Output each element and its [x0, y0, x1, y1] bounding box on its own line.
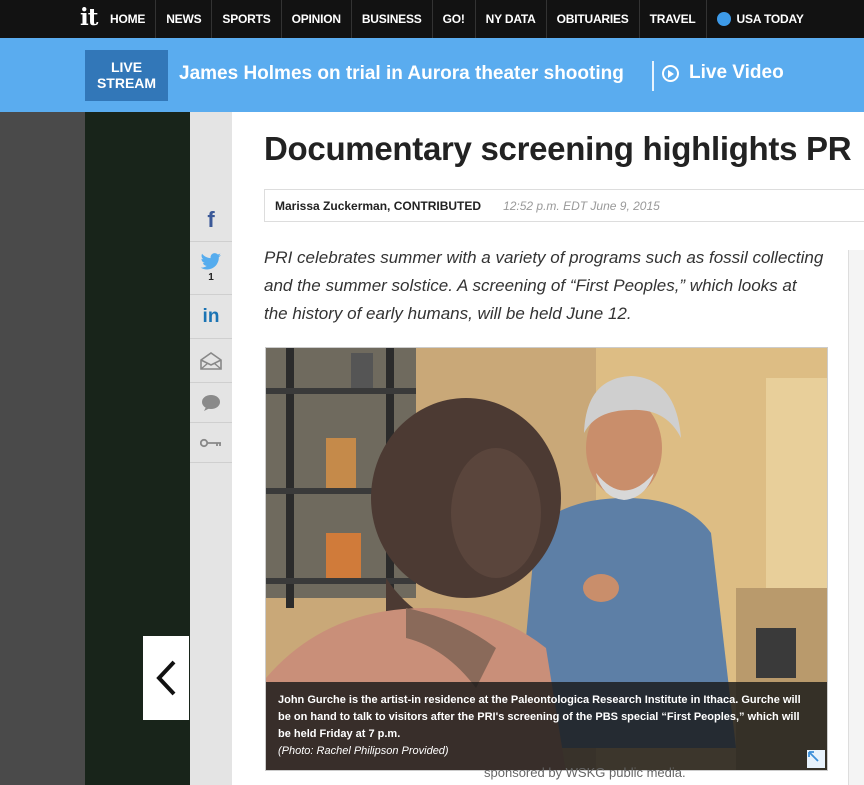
nav-item-sports[interactable]: SPORTS: [212, 0, 282, 38]
email-icon: [200, 351, 222, 370]
twitter-share-count: 1: [208, 272, 214, 283]
expand-icon: [808, 751, 819, 762]
previous-article-button[interactable]: [143, 636, 189, 720]
expand-photo-button[interactable]: [807, 750, 825, 768]
nav-item-business[interactable]: BUSINESS: [352, 0, 433, 38]
top-nav: it HOME NEWS SPORTS OPINION BUSINESS GO!…: [0, 0, 864, 38]
usa-today-dot-icon: [716, 12, 731, 26]
comment-icon: [202, 394, 220, 411]
nav-item-opinion[interactable]: OPINION: [282, 0, 352, 38]
chevron-left-icon: [156, 660, 176, 696]
left-backdrop: [0, 112, 85, 785]
byline: Marissa Zuckerman, CONTRIBUTED 12:52 p.m…: [264, 189, 864, 222]
byline-timestamp: 12:52 p.m. EDT June 9, 2015: [503, 198, 660, 213]
site-logo[interactable]: it: [80, 0, 102, 38]
live-badge-line1: LIVE: [110, 59, 143, 75]
facebook-icon: f: [207, 206, 215, 232]
key-icon: [200, 438, 221, 447]
sponsor-text: sponsored by WSKG public media.: [484, 765, 686, 780]
nav-item-ny-data[interactable]: NY DATA: [476, 0, 547, 38]
live-video-label: Live Video: [689, 62, 784, 83]
live-divider: [652, 61, 654, 91]
email-share-button[interactable]: [190, 339, 232, 383]
linkedin-share-button[interactable]: in: [190, 295, 232, 339]
byline-author[interactable]: Marissa Zuckerman, CONTRIBUTED: [275, 199, 481, 213]
nav-items: HOME NEWS SPORTS OPINION BUSINESS GO! NY…: [100, 0, 814, 38]
live-stream-bar: LIVE STREAM James Holmes on trial in Aur…: [0, 38, 864, 112]
nav-item-usa-today[interactable]: USA TODAY: [707, 0, 814, 38]
caption-text: John Gurche is the artist-in residence a…: [278, 694, 801, 740]
article-photo[interactable]: John Gurche is the artist-in residence a…: [265, 347, 828, 771]
nav-item-obituaries[interactable]: OBITUARIES: [547, 0, 640, 38]
live-stream-badge[interactable]: LIVE STREAM: [85, 50, 168, 101]
live-badge-line2: STREAM: [96, 75, 157, 91]
twitter-share-button[interactable]: 1: [190, 242, 232, 295]
key-button[interactable]: [190, 423, 232, 463]
nav-item-go[interactable]: GO!: [433, 0, 476, 38]
photo-caption: John Gurche is the artist-in residence a…: [266, 682, 827, 770]
facebook-share-button[interactable]: f: [190, 198, 232, 242]
live-stream-title[interactable]: James Holmes on trial in Aurora theater …: [179, 63, 624, 85]
nav-item-home[interactable]: HOME: [100, 0, 157, 38]
right-sidebar-edge: [848, 250, 864, 785]
play-icon: [662, 64, 679, 82]
linkedin-icon: in: [202, 305, 220, 327]
usa-today-label: USA TODAY: [736, 12, 804, 26]
comment-button[interactable]: [190, 383, 232, 423]
nav-item-news[interactable]: NEWS: [156, 0, 213, 38]
live-video-link[interactable]: Live Video: [662, 62, 784, 84]
photo-credit: (Photo: Rachel Philipson Provided): [278, 745, 449, 757]
nav-item-travel[interactable]: TRAVEL: [640, 0, 707, 38]
share-rail: f 1 in: [190, 198, 232, 463]
twitter-icon: [200, 253, 221, 270]
article-headline: Documentary screening highlights PR: [264, 130, 852, 167]
article-summary: PRI celebrates summer with a variety of …: [264, 248, 824, 323]
